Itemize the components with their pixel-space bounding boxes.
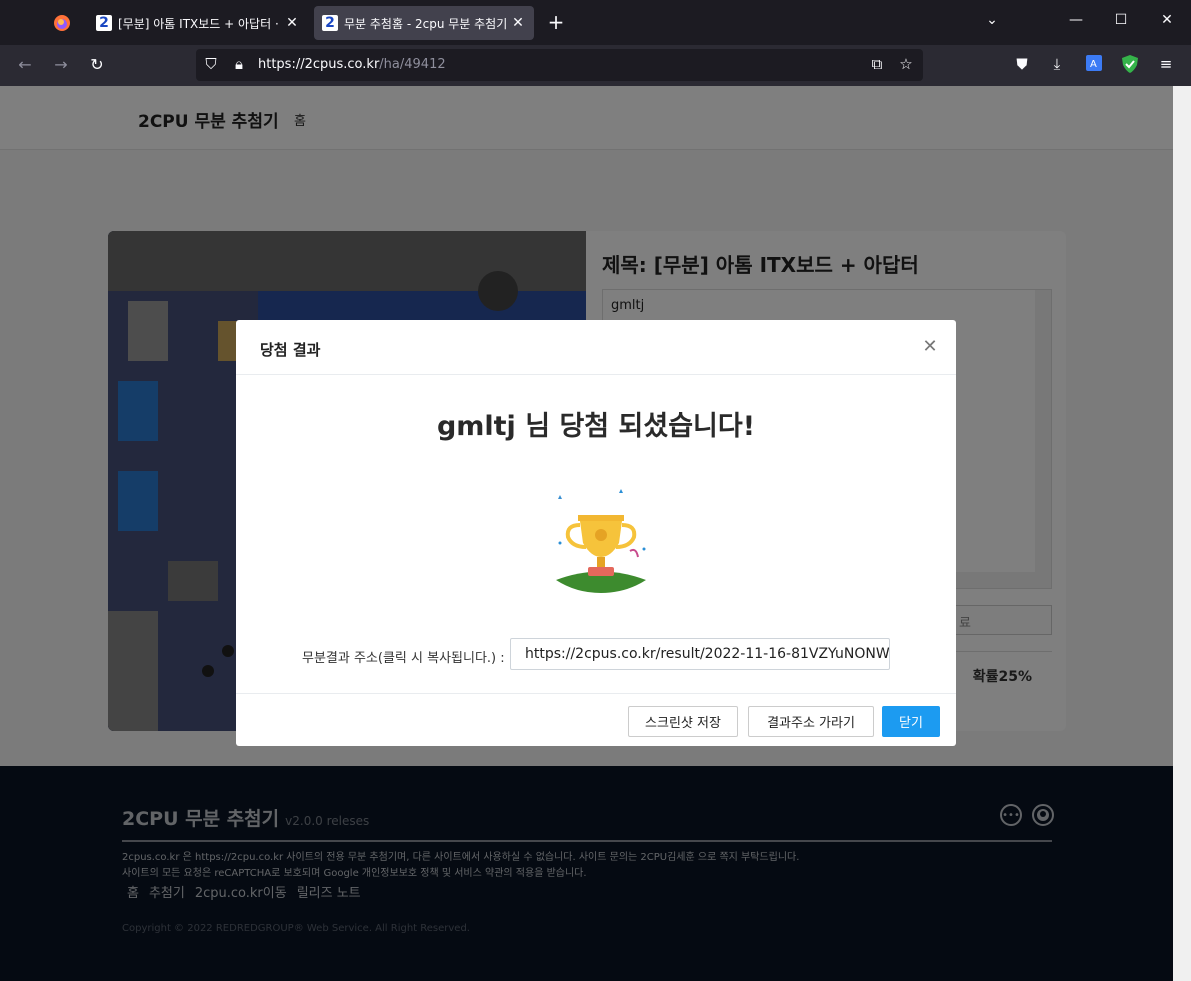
site-favicon-icon: 2 bbox=[96, 15, 112, 31]
result-modal: 당첨 결과 ✕ gmltj 님 당첨 되셨습니다! 무분결과 주소(클릭 시 복… bbox=[236, 320, 956, 746]
save-screenshot-button[interactable]: 스크린샷 저장 bbox=[628, 706, 738, 737]
menu-icon[interactable]: ≡ bbox=[1155, 55, 1177, 73]
result-url-label: 무분결과 주소(클릭 시 복사됩니다.) : bbox=[302, 651, 505, 666]
modal-header: 당첨 결과 ✕ bbox=[236, 320, 956, 375]
url-text[interactable]: https://2cpus.co.kr/ha/49412 bbox=[258, 57, 446, 72]
pocket-icon[interactable]: ⛊ bbox=[1011, 55, 1033, 73]
close-tab-icon[interactable]: ✕ bbox=[510, 15, 526, 31]
browser-navbar: ← → ↻ ⛉ 🔒︎ https://2cpus.co.kr/ha/49412 … bbox=[0, 45, 1191, 86]
result-url-input[interactable]: https://2cpus.co.kr/result/2022-11-16-81… bbox=[510, 638, 890, 670]
url-host: https://2cpus.co.kr bbox=[258, 57, 380, 72]
download-icon[interactable]: ⤓ bbox=[1046, 55, 1068, 73]
firefox-icon[interactable] bbox=[46, 8, 78, 38]
reload-icon[interactable]: ↻ bbox=[86, 55, 108, 74]
page-scrollbar[interactable] bbox=[1173, 86, 1191, 981]
goto-result-button[interactable]: 결과주소 가라기 bbox=[748, 706, 874, 737]
close-modal-button[interactable]: 닫기 bbox=[882, 706, 940, 737]
site-favicon-icon: 2 bbox=[322, 15, 338, 31]
url-bar[interactable]: ⛉ 🔒︎ https://2cpus.co.kr/ha/49412 ⧉ ☆ bbox=[196, 49, 923, 81]
close-tab-icon[interactable]: ✕ bbox=[284, 15, 300, 31]
winner-heading: gmltj 님 당첨 되셨습니다! bbox=[436, 411, 756, 442]
shield-icon[interactable]: ⛉ bbox=[202, 55, 220, 73]
forward-icon[interactable]: → bbox=[50, 55, 72, 74]
translate-extension-icon[interactable]: A bbox=[1083, 55, 1105, 75]
trophy-icon bbox=[546, 485, 656, 595]
modal-title: 당첨 결과 bbox=[260, 341, 321, 359]
maximize-icon[interactable]: ☐ bbox=[1111, 12, 1131, 28]
tab-label: [무분] 아톰 ITX보드 + 아답터 · bbox=[118, 16, 279, 31]
modal-close-icon[interactable]: ✕ bbox=[920, 336, 940, 357]
translate-page-icon[interactable]: ⧉ bbox=[868, 55, 886, 73]
adblock-shield-icon[interactable] bbox=[1119, 55, 1141, 77]
close-window-icon[interactable]: ✕ bbox=[1157, 12, 1177, 28]
result-url-row: 무분결과 주소(클릭 시 복사됩니다.) : https://2cpus.co.… bbox=[236, 637, 956, 671]
svg-text:A: A bbox=[1090, 59, 1097, 70]
tab-label: 무분 추첨홈 - 2cpu 무분 추첨기 bbox=[344, 16, 508, 31]
back-icon[interactable]: ← bbox=[14, 55, 36, 74]
lock-icon[interactable]: 🔒︎ bbox=[230, 55, 248, 73]
tab-raffle-home[interactable]: 2 무분 추첨홈 - 2cpu 무분 추첨기 ✕ bbox=[314, 6, 534, 40]
browser-tabbar: 2 [무분] 아톰 ITX보드 + 아답터 · ✕ 2 무분 추첨홈 - 2cp… bbox=[0, 0, 1191, 45]
tab-giveaway-post[interactable]: 2 [무분] 아톰 ITX보드 + 아답터 · ✕ bbox=[88, 6, 308, 40]
url-path: /ha/49412 bbox=[379, 57, 446, 72]
minimize-icon[interactable]: — bbox=[1066, 12, 1086, 28]
new-tab-button[interactable]: + bbox=[544, 10, 568, 34]
modal-footer: 스크린샷 저장 결과주소 가라기 닫기 bbox=[236, 693, 956, 746]
bookmark-star-icon[interactable]: ☆ bbox=[897, 55, 915, 73]
tab-list-chevron-icon[interactable]: ⌄ bbox=[982, 12, 1002, 28]
